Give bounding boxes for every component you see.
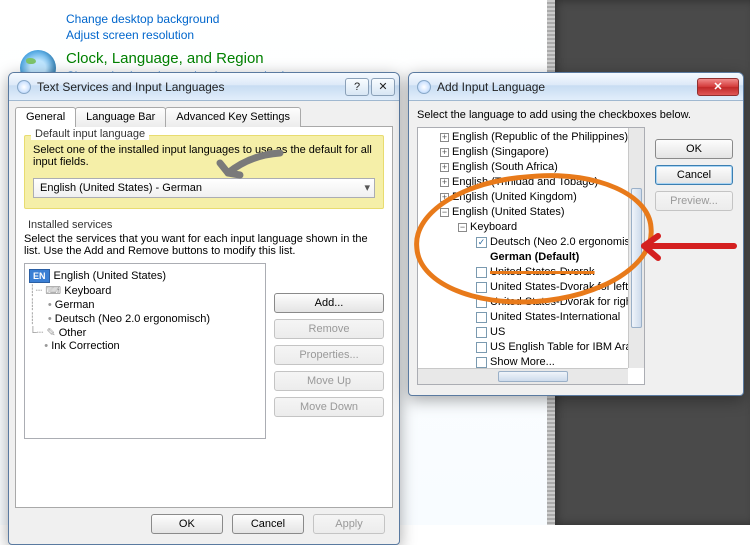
default-lang-desc: Select one of the installed input langua… bbox=[33, 144, 375, 168]
lang-en-sg[interactable]: English (Singapore) bbox=[452, 146, 549, 158]
lang-en-za[interactable]: English (South Africa) bbox=[452, 161, 558, 173]
lang-badge-en: EN bbox=[29, 269, 50, 283]
checkbox-icon[interactable] bbox=[476, 312, 487, 323]
titlebar-add-language[interactable]: Add Input Language ✕ bbox=[409, 73, 743, 101]
checkbox-icon[interactable] bbox=[476, 297, 487, 308]
tab-advanced-keys[interactable]: Advanced Key Settings bbox=[165, 107, 301, 127]
expander-icon[interactable]: − bbox=[458, 223, 467, 232]
sysicon bbox=[417, 80, 431, 94]
lang-en-gb[interactable]: English (United Kingdom) bbox=[452, 191, 577, 203]
close-icon: ✕ bbox=[713, 80, 722, 93]
title-text: Add Input Language bbox=[437, 80, 545, 94]
tree-kb-neo[interactable]: Deutsch (Neo 2.0 ergonomisch) bbox=[55, 313, 210, 325]
scrollbar-horizontal[interactable] bbox=[418, 368, 628, 384]
ok-button[interactable]: OK bbox=[151, 514, 223, 534]
group-installed-services: Installed services Select the services t… bbox=[24, 219, 384, 439]
cancel-button[interactable]: Cancel bbox=[232, 514, 304, 534]
tree-keyboard-label: Keyboard bbox=[64, 285, 111, 297]
kb-show-more[interactable]: Show More... bbox=[490, 356, 555, 368]
properties-button[interactable]: Properties... bbox=[274, 345, 384, 365]
tree-ink-correction[interactable]: Ink Correction bbox=[51, 340, 119, 352]
services-desc: Select the services that you want for ea… bbox=[24, 233, 384, 257]
expander-icon[interactable]: + bbox=[440, 148, 449, 157]
tree-kb-german[interactable]: German bbox=[55, 299, 95, 311]
dropdown-default-language[interactable]: English (United States) - German bbox=[33, 178, 375, 198]
dialog-add-input-language: Add Input Language ✕ Select the language… bbox=[408, 72, 744, 396]
title-text: Text Services and Input Languages bbox=[37, 80, 224, 94]
tree-keyboard-node[interactable]: Keyboard bbox=[470, 221, 517, 233]
remove-button[interactable]: Remove bbox=[274, 319, 384, 339]
tabpanel-general: Default input language Select one of the… bbox=[15, 126, 393, 508]
dialog-text-services: Text Services and Input Languages ? ✕ Ge… bbox=[8, 72, 400, 545]
dialog2-button-column: OK Cancel Preview... bbox=[655, 139, 733, 217]
tab-general[interactable]: General bbox=[15, 107, 76, 127]
kb-us-dvorak-left[interactable]: United States-Dvorak for left hand bbox=[490, 281, 645, 293]
help-icon: ? bbox=[354, 81, 360, 93]
group-legend-default: Default input language bbox=[31, 128, 149, 140]
language-tree[interactable]: +English (Republic of the Philippines) +… bbox=[417, 127, 645, 385]
help-button[interactable]: ? bbox=[345, 78, 369, 96]
expander-icon[interactable]: − bbox=[440, 208, 449, 217]
move-up-button[interactable]: Move Up bbox=[274, 371, 384, 391]
move-down-button[interactable]: Move Down bbox=[274, 397, 384, 417]
cancel-button[interactable]: Cancel bbox=[655, 165, 733, 185]
dialog1-bottombar: OK Cancel Apply bbox=[15, 508, 393, 544]
instruction-text: Select the language to add using the che… bbox=[417, 109, 735, 121]
close-button[interactable]: ✕ bbox=[697, 78, 739, 96]
checkbox-icon[interactable] bbox=[476, 357, 487, 368]
checkbox-icon[interactable] bbox=[476, 342, 487, 353]
kb-us-dvorak-right[interactable]: United States-Dvorak for right hand bbox=[490, 296, 645, 308]
scroll-thumb[interactable] bbox=[631, 188, 642, 328]
tab-language-bar[interactable]: Language Bar bbox=[75, 107, 166, 127]
titlebar-text-services[interactable]: Text Services and Input Languages ? ✕ bbox=[9, 73, 399, 101]
close-button[interactable]: ✕ bbox=[371, 78, 395, 96]
kb-neo[interactable]: Deutsch (Neo 2.0 ergonomisch) bbox=[490, 236, 645, 248]
installed-services-tree[interactable]: ENEnglish (United States) ┊┈ ⌨ Keyboard … bbox=[24, 263, 266, 439]
lang-en-tt[interactable]: English (Trinidad and Tobago) bbox=[452, 176, 598, 188]
tree-other-label: Other bbox=[59, 327, 87, 339]
checkbox-icon[interactable] bbox=[476, 282, 487, 293]
group-legend-services: Installed services bbox=[24, 219, 384, 231]
kb-us-intl[interactable]: United States-International bbox=[490, 311, 620, 323]
lang-en-us[interactable]: English (United States) bbox=[452, 206, 565, 218]
kb-ibm-arabic[interactable]: US English Table for IBM Arabic 238_L bbox=[490, 341, 645, 353]
sysicon bbox=[17, 80, 31, 94]
kb-us-dvorak[interactable]: United States-Dvorak bbox=[490, 266, 595, 278]
expander-icon[interactable]: + bbox=[440, 193, 449, 202]
checkbox-icon[interactable]: ✓ bbox=[476, 237, 487, 248]
service-button-column: Add... Remove Properties... Move Up Move… bbox=[274, 263, 384, 423]
expander-icon[interactable]: + bbox=[440, 178, 449, 187]
checkbox-icon[interactable] bbox=[476, 327, 487, 338]
group-default-input-language: Default input language Select one of the… bbox=[24, 135, 384, 209]
tabs: General Language Bar Advanced Key Settin… bbox=[15, 107, 393, 127]
close-icon: ✕ bbox=[378, 80, 387, 93]
ok-button[interactable]: OK bbox=[655, 139, 733, 159]
apply-button[interactable]: Apply bbox=[313, 514, 385, 534]
kb-us[interactable]: US bbox=[490, 326, 505, 338]
scroll-thumb[interactable] bbox=[498, 371, 568, 382]
scrollbar-vertical[interactable] bbox=[628, 128, 644, 368]
checkbox-icon[interactable] bbox=[476, 267, 487, 278]
expander-icon[interactable]: + bbox=[440, 163, 449, 172]
lang-en-ph[interactable]: English (Republic of the Philippines) bbox=[452, 131, 628, 143]
expander-icon[interactable]: + bbox=[440, 133, 449, 142]
preview-button[interactable]: Preview... bbox=[655, 191, 733, 211]
kb-german-default[interactable]: German (Default) bbox=[490, 251, 579, 263]
add-button[interactable]: Add... bbox=[274, 293, 384, 313]
tree-lang-en-us: English (United States) bbox=[54, 270, 167, 282]
